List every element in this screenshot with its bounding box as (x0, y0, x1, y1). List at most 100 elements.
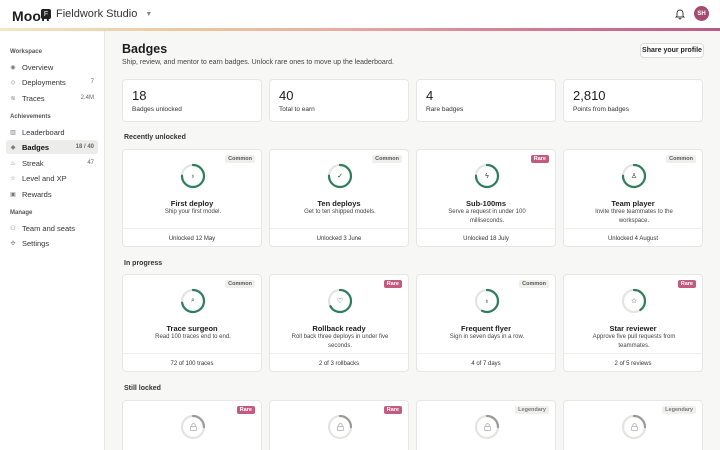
badge-status: 4 of 7 days (417, 353, 555, 373)
sidebar-item-label: Team and seats (22, 223, 75, 233)
lock-icon (621, 414, 647, 440)
sidebar-item-leaderboard[interactable]: ▥ Leaderboard (6, 125, 98, 139)
bar-chart-icon: ▥ (10, 129, 16, 136)
sidebar-item-badges[interactable]: ◈ Badges 18 / 40 (6, 140, 98, 154)
search-icon: ⌕ (191, 297, 195, 304)
badge-card[interactable]: Rare ♡ Rollback ready Roll back three deplo… (269, 274, 409, 372)
stat-value: 18 (132, 88, 147, 103)
header-gradient-strip (0, 28, 720, 31)
badge-name: Ten deploys (317, 199, 361, 208)
check-icon: ✓ (337, 173, 343, 180)
sidebar-item-count: 2.4M (80, 95, 94, 101)
badge-card[interactable]: Common ⌕ Trace surgeon Read 100 traces end … (122, 274, 262, 372)
workspace-switcher[interactable]: F Fieldwork Studio ▼ (41, 8, 152, 20)
lock-icon (180, 414, 206, 440)
eye-icon: ◉ (10, 64, 16, 71)
sidebar-item-team-and-seats[interactable]: ⚇ Team and seats (6, 221, 98, 235)
badge-card[interactable]: Legendary (416, 400, 556, 450)
chevron-down-icon: ▼ (145, 10, 153, 18)
rarity-tag: Common (225, 155, 255, 163)
badge-status: 72 of 100 traces (123, 353, 261, 373)
avatar[interactable]: SH (694, 6, 709, 21)
badge-status: Unlocked 12 May (123, 228, 261, 248)
share-profile-button[interactable]: Share your profile (640, 43, 704, 58)
badge-description: Approve five pull requests from teammate… (592, 334, 676, 349)
badge-name: Frequent flyer (460, 324, 511, 333)
stat-card: 4 Rare badges (416, 79, 556, 122)
badge-name: Star reviewer (609, 324, 657, 333)
badge-description: Sign in seven days in a row. (449, 334, 525, 340)
sidebar: Workspace ◉ Overview ◇ Deployments 7 ≋ Trace… (0, 31, 105, 450)
workspace-name: Fieldwork Studio (56, 8, 138, 20)
sidebar-item-label: Level and XP (22, 173, 67, 183)
badge-card[interactable]: Rare (122, 400, 262, 450)
sidebar-item-label: Deployments (22, 77, 66, 87)
badge-icon: ◈ (10, 144, 16, 151)
section-heading-recently-unlocked: Recently unlocked (124, 134, 186, 141)
badge-name: Rollback ready (312, 324, 366, 333)
badge-name: Team player (611, 199, 655, 208)
shield-icon: ♡ (336, 298, 344, 305)
sidebar-item-deployments[interactable]: ◇ Deployments 7 (6, 75, 98, 89)
stat-value: 40 (279, 88, 294, 103)
section-heading-in-progress: In progress (124, 260, 163, 267)
section-heading-still-locked: Still locked (124, 385, 161, 392)
badge-status: 2 of 3 rollbacks (270, 353, 408, 373)
rarity-tag: Rare (383, 406, 402, 414)
stat-value: 4 (426, 88, 434, 103)
rarity-tag: Common (372, 155, 402, 163)
sidebar-item-label: Traces (22, 93, 45, 103)
lock-icon (474, 414, 500, 440)
stat-label: Rare badges (426, 106, 464, 113)
sidebar-item-settings[interactable]: ✣ Settings (6, 236, 98, 250)
badge-status: Unlocked 18 July (417, 228, 555, 248)
badge-card[interactable]: Common ♙ Team player Invite three teammates… (563, 149, 703, 247)
stat-card: 40 Total to earn (269, 79, 409, 122)
flame-icon: ♁ (190, 172, 196, 180)
sidebar-item-streak[interactable]: ♨ Streak 47 (6, 156, 98, 170)
workspace-initial: F (41, 9, 51, 19)
star-icon: ☆ (10, 175, 16, 182)
sidebar-item-label: Rewards (22, 189, 52, 199)
rarity-tag: Legendary (515, 406, 549, 414)
stat-card: 2,810 Points from badges (563, 79, 703, 122)
sidebar-item-level-and-xp[interactable]: ☆ Level and XP (6, 171, 98, 185)
stat-label: Points from badges (573, 106, 630, 113)
rarity-tag: Rare (677, 280, 696, 288)
badge-card[interactable]: Rare ☆ Star reviewer Approve five pull requ… (563, 274, 703, 372)
rarity-tag: Rare (236, 406, 255, 414)
users-icon: ⚇ (10, 225, 16, 232)
badge-name: Sub-100ms (465, 199, 507, 208)
sidebar-item-rewards[interactable]: ▣ Rewards (6, 187, 98, 201)
badge-name: First deploy (170, 199, 214, 208)
page-subtitle: Ship, review, and mentor to earn badges.… (122, 59, 394, 66)
badge-card[interactable]: Legendary (563, 400, 703, 450)
rarity-tag: Rare (530, 155, 549, 163)
sidebar-item-label: Leaderboard (22, 127, 65, 137)
rarity-tag: Common (225, 280, 255, 288)
badge-card[interactable]: Common ♁ First deploy Ship your first model… (122, 149, 262, 247)
sidebar-item-traces[interactable]: ≋ Traces 2.4M (6, 91, 98, 105)
badge-description: Invite three teammates to the workspace. (595, 209, 673, 224)
sidebar-item-label: Overview (22, 62, 54, 72)
badge-card[interactable]: Common ♁ Frequent flyer Sign in seven days … (416, 274, 556, 372)
star-icon: ☆ (630, 298, 638, 305)
sidebar-item-overview[interactable]: ◉ Overview (6, 60, 98, 74)
badge-card[interactable]: Common ✓ Ten deploys Get to ten shipped mod… (269, 149, 409, 247)
badge-card[interactable]: Rare ϟ Sub-100ms Serve a request in under 1… (416, 149, 556, 247)
sidebar-section-workspace: Workspace (10, 49, 42, 55)
sidebar-item-label: Badges (22, 142, 50, 152)
bell-icon[interactable] (674, 8, 686, 20)
badge-description: Serve a request in under 100 millisecond… (448, 209, 526, 224)
badge-card[interactable]: Rare (269, 400, 409, 450)
top-bar: Moon F Fieldwork Studio ▼ SH (0, 0, 720, 29)
badge-description: Read 100 traces end to end. (155, 334, 231, 340)
bolt-icon: ϟ (485, 172, 489, 180)
badge-description: Ship your first model. (164, 209, 222, 215)
rarity-tag: Common (666, 155, 696, 163)
rarity-tag: Legendary (662, 406, 696, 414)
badge-name: Trace surgeon (166, 324, 218, 333)
stat-label: Badges unlocked (132, 106, 182, 113)
stat-card: 18 Badges unlocked (122, 79, 262, 122)
page-title: Badges (122, 42, 168, 56)
